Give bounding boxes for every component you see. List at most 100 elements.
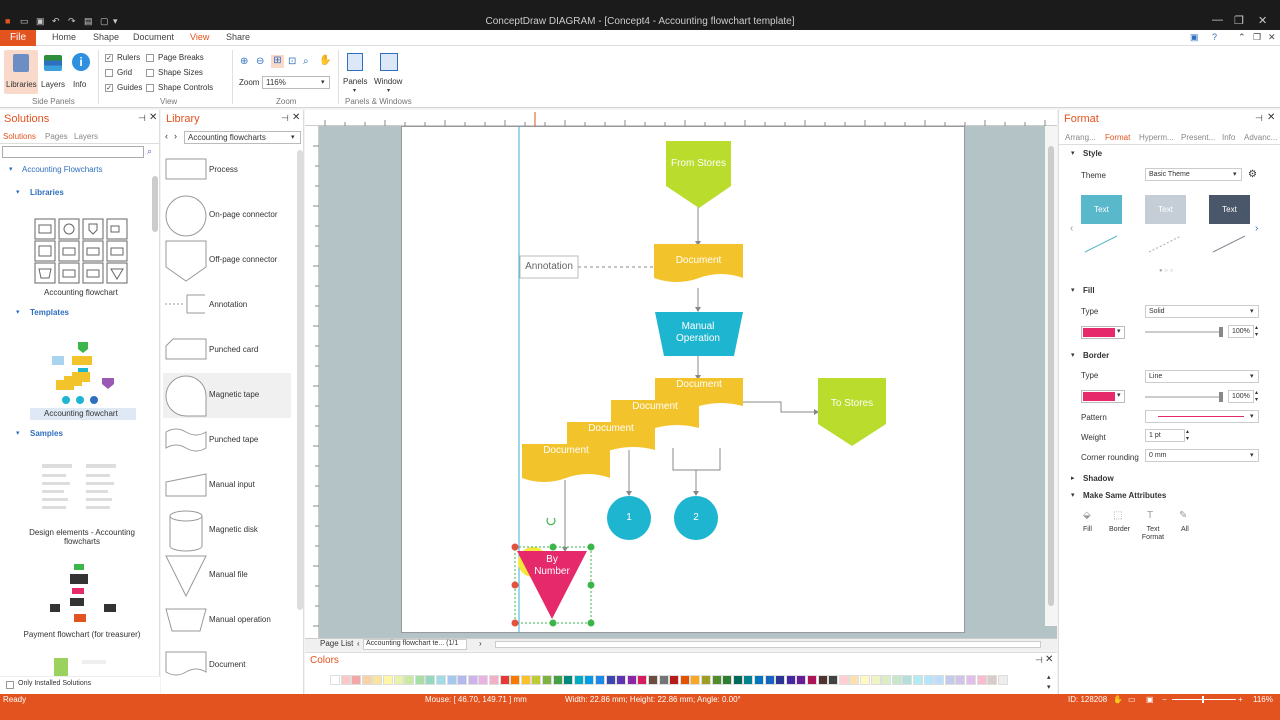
color-swatch[interactable] bbox=[467, 675, 478, 685]
color-swatch[interactable] bbox=[584, 675, 595, 685]
corner-rounding-select[interactable]: 0 mm ▾ bbox=[1145, 449, 1259, 462]
color-swatch[interactable] bbox=[754, 675, 764, 685]
expand-icon[interactable]: ▾ bbox=[9, 165, 13, 173]
solutions-search-input[interactable] bbox=[2, 146, 144, 158]
tab-hyperm[interactable]: Hyperm... bbox=[1139, 133, 1174, 142]
close-doc-icon[interactable]: ✕ bbox=[1268, 32, 1276, 43]
style-swatch-2[interactable]: Text bbox=[1145, 195, 1186, 224]
style-swatch-1[interactable]: Text bbox=[1081, 195, 1122, 224]
library-item-off-page-connector[interactable]: Off-page connector bbox=[163, 238, 291, 283]
color-swatch[interactable] bbox=[775, 675, 786, 685]
layout-icon[interactable]: ▣ bbox=[1190, 32, 1199, 43]
spinner-icon[interactable]: ▴ ▾ bbox=[1255, 389, 1258, 403]
info-button[interactable]: i Info bbox=[70, 50, 94, 94]
collapse-icon[interactable]: ▾ bbox=[1071, 286, 1075, 294]
library-thumbnail[interactable] bbox=[34, 218, 130, 284]
close-panel-icon[interactable]: ✕ bbox=[292, 112, 300, 123]
color-swatch[interactable] bbox=[340, 675, 351, 685]
pin-icon[interactable]: ⊣ bbox=[138, 113, 146, 124]
sample-thumbnail-2[interactable] bbox=[46, 562, 122, 626]
tab-present[interactable]: Present... bbox=[1181, 133, 1215, 142]
guides-checkbox[interactable]: ✓ bbox=[105, 84, 113, 92]
color-swatch[interactable] bbox=[807, 675, 817, 685]
color-swatch[interactable] bbox=[616, 675, 627, 685]
color-swatch[interactable] bbox=[478, 675, 489, 685]
library-item-on-page-connector[interactable]: On-page connector bbox=[163, 193, 291, 238]
from-stores-label[interactable]: From Stores bbox=[666, 158, 731, 169]
minimize-ribbon-icon[interactable]: ⌃ bbox=[1238, 32, 1246, 43]
border-opacity-input[interactable]: 100% bbox=[1228, 390, 1254, 403]
zoom-out-icon[interactable]: − bbox=[1162, 695, 1167, 704]
solution-root[interactable]: Accounting Flowcharts bbox=[22, 165, 102, 174]
make-same-text-format-button[interactable]: T Text Format bbox=[1139, 510, 1167, 544]
color-swatch[interactable] bbox=[330, 675, 340, 685]
color-swatch[interactable] bbox=[573, 675, 584, 685]
page-list-button[interactable]: Page List bbox=[320, 639, 353, 648]
color-swatch[interactable] bbox=[881, 675, 892, 685]
close-panel-icon[interactable]: ✕ bbox=[149, 112, 157, 123]
layers-button[interactable]: Layers bbox=[40, 50, 66, 94]
color-swatch[interactable] bbox=[637, 675, 648, 685]
rulers-checkbox[interactable]: ✓ bbox=[105, 54, 113, 62]
pan-icon[interactable]: ✋ bbox=[1113, 695, 1123, 704]
scrollbar-thumb[interactable] bbox=[1048, 146, 1054, 606]
close-panel-icon[interactable]: ✕ bbox=[1267, 112, 1275, 123]
library-select[interactable]: Accounting flowcharts ▾ bbox=[184, 131, 301, 144]
annotation-label[interactable]: Annotation bbox=[520, 261, 578, 272]
expand-icon[interactable]: ▾ bbox=[16, 308, 20, 316]
gear-icon[interactable]: ⚙ bbox=[1248, 169, 1257, 180]
expand-icon[interactable]: ▾ bbox=[16, 188, 20, 196]
weight-input[interactable]: 1 pt bbox=[1145, 429, 1185, 442]
tab-solutions[interactable]: Solutions bbox=[3, 132, 36, 141]
fill-opacity-slider[interactable] bbox=[1145, 327, 1223, 337]
color-swatch[interactable] bbox=[679, 675, 690, 685]
color-swatch[interactable] bbox=[923, 675, 934, 685]
chevron-left-icon[interactable]: ‹ bbox=[1070, 223, 1073, 234]
tab-layers[interactable]: Layers bbox=[74, 132, 98, 141]
library-item-manual-file[interactable]: Manual file bbox=[163, 553, 291, 598]
color-swatch[interactable] bbox=[446, 675, 457, 685]
to-stores-label[interactable]: To Stores bbox=[818, 398, 886, 409]
color-swatch[interactable] bbox=[436, 675, 446, 685]
help-icon[interactable]: ? bbox=[1212, 32, 1217, 42]
color-swatch[interactable] bbox=[425, 675, 436, 685]
zoom-out-icon[interactable]: ⊖ bbox=[256, 56, 264, 67]
search-icon[interactable]: ⌕ bbox=[147, 146, 152, 157]
color-swatch[interactable] bbox=[838, 675, 849, 685]
expand-icon[interactable]: ▾ bbox=[16, 429, 20, 437]
color-swatch[interactable] bbox=[711, 675, 722, 685]
canvas-area[interactable]: From Stores Document Annotation Manual O… bbox=[305, 110, 1057, 638]
library-item-magnetic-tape[interactable]: Magnetic tape bbox=[163, 373, 291, 418]
color-swatch[interactable] bbox=[361, 675, 372, 685]
shape-sizes-checkbox[interactable] bbox=[146, 69, 154, 77]
fit-page-icon[interactable]: ⊞ bbox=[271, 55, 284, 68]
color-swatch[interactable] bbox=[785, 675, 796, 685]
library-item-document[interactable]: Document bbox=[163, 643, 291, 688]
border-type-select[interactable]: Line ▾ bbox=[1145, 370, 1259, 383]
chevron-left-icon[interactable]: ‹ bbox=[165, 131, 168, 141]
make-same-border-button[interactable]: ⬚ Border bbox=[1105, 510, 1133, 540]
color-swatch[interactable] bbox=[563, 675, 574, 685]
style-swatch-3[interactable]: Text bbox=[1209, 195, 1250, 224]
sample-thumbnail-1[interactable] bbox=[40, 460, 124, 520]
restore-icon[interactable]: ❐ bbox=[1253, 32, 1261, 43]
window-button[interactable]: Window ▾ bbox=[372, 50, 406, 94]
border-opacity-slider[interactable] bbox=[1145, 392, 1223, 402]
libraries-heading[interactable]: Libraries bbox=[30, 188, 64, 197]
library-item-process[interactable]: Process bbox=[163, 148, 291, 193]
color-swatch[interactable] bbox=[976, 675, 987, 685]
close-panel-icon[interactable]: ✕ bbox=[1045, 654, 1053, 665]
color-swatch[interactable] bbox=[658, 675, 669, 685]
color-swatch[interactable] bbox=[701, 675, 711, 685]
color-swatch[interactable] bbox=[987, 675, 998, 685]
color-swatch[interactable] bbox=[743, 675, 754, 685]
scroll-up-icon[interactable]: ▴ bbox=[1047, 673, 1051, 681]
horizontal-scrollbar[interactable] bbox=[495, 641, 1041, 648]
tab-view[interactable]: View bbox=[190, 32, 209, 42]
grid-checkbox[interactable] bbox=[105, 69, 113, 77]
tab-home[interactable]: Home bbox=[52, 32, 76, 42]
by-number-label[interactable]: By Number bbox=[529, 554, 575, 578]
color-swatches[interactable] bbox=[308, 675, 1040, 687]
collapse-icon[interactable]: ▾ bbox=[1071, 491, 1075, 499]
tab-pages[interactable]: Pages bbox=[45, 132, 68, 141]
